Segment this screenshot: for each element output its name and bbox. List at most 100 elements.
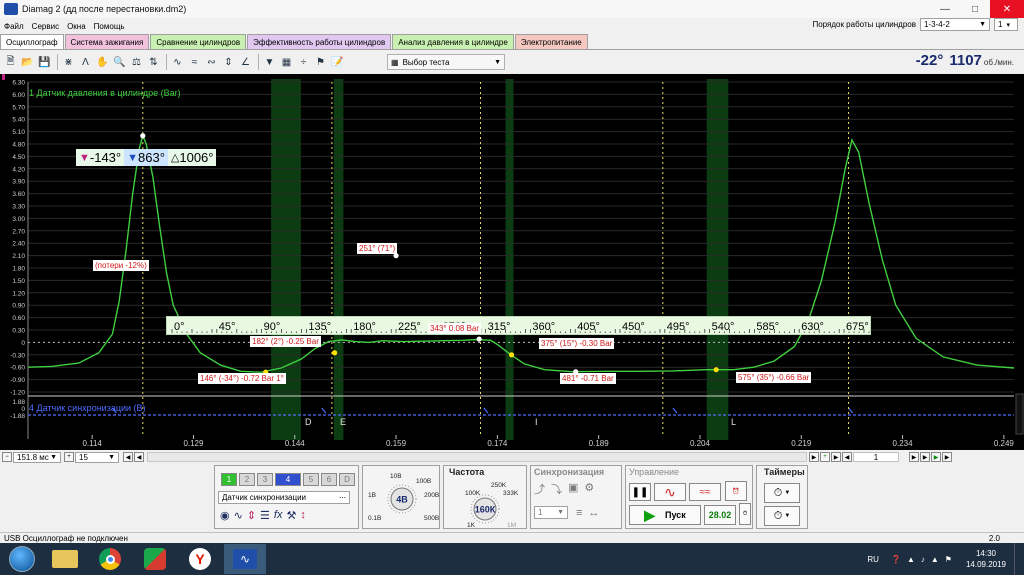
first-page-icon[interactable]: ◀ bbox=[123, 452, 133, 462]
taskbar-chrome[interactable] bbox=[89, 544, 131, 574]
wave-icon[interactable]: ∿ bbox=[234, 509, 243, 522]
pause-button[interactable]: ❚❚ bbox=[629, 483, 651, 501]
channel-button-6[interactable]: 6 bbox=[321, 473, 337, 486]
tab-cylinder-compare[interactable]: Сравнение цилиндров bbox=[150, 34, 247, 49]
channel-button-3[interactable]: 3 bbox=[257, 473, 273, 486]
minimize-button[interactable]: — bbox=[930, 0, 960, 18]
start-button[interactable]: ▶ Пуск bbox=[629, 505, 701, 525]
fall-edge-icon[interactable]: ⤵ bbox=[551, 481, 562, 497]
lines-icon[interactable]: ☰ bbox=[260, 509, 270, 522]
play-icon[interactable]: ▶ bbox=[931, 452, 941, 462]
fit-icon[interactable]: ⇅ bbox=[146, 55, 161, 70]
waveform-icon[interactable]: ∿ bbox=[170, 55, 185, 70]
sine-mode-button[interactable]: ∿ bbox=[654, 483, 686, 501]
start-button-os[interactable] bbox=[0, 543, 44, 575]
table-icon[interactable]: ▦ bbox=[279, 55, 294, 70]
flag-icon[interactable]: ⚑ bbox=[945, 555, 952, 564]
menu-windows[interactable]: Окна bbox=[67, 22, 86, 31]
function-icon[interactable]: fx bbox=[274, 509, 283, 522]
taskbar-diamag[interactable]: ∿ bbox=[224, 544, 266, 574]
timeline-scrollbar[interactable] bbox=[147, 452, 807, 462]
multi-wave-icon[interactable]: ≈ bbox=[187, 55, 202, 70]
help-icon[interactable]: ❓ bbox=[891, 555, 901, 564]
oscilloscope-canvas[interactable]: 6.30 6.00 5.70 5.40 5.10 4.80 4.50 4.20 3.90 3.60… bbox=[0, 74, 1024, 450]
cylinder-order-select[interactable]: 1-3-4-2 ▼ bbox=[920, 18, 990, 31]
timer-1-button[interactable]: ⏱ ▼ bbox=[764, 483, 800, 503]
tab-ignition[interactable]: Система зажигания bbox=[64, 34, 150, 49]
cursor-2[interactable]: ▼ 863° bbox=[124, 149, 168, 166]
angle-scale[interactable]: 0°45°90°135°180°225°270°315°360°405°450°… bbox=[166, 316, 871, 335]
rise-edge-icon[interactable]: ⤴ bbox=[534, 481, 545, 497]
count-select[interactable]: 15 ▼ bbox=[75, 451, 119, 463]
taskbar-yandex[interactable]: Y bbox=[179, 544, 221, 574]
minus-icon[interactable]: − bbox=[2, 452, 12, 462]
split-icon[interactable]: ⇕ bbox=[221, 55, 236, 70]
page-field[interactable]: 1 bbox=[853, 452, 899, 462]
show-desktop-button[interactable] bbox=[1014, 543, 1024, 575]
sync-channel-select[interactable]: 1 ▼ bbox=[534, 506, 568, 519]
auto-record-button[interactable]: ⏰ bbox=[725, 481, 747, 501]
divide-icon[interactable]: ÷ bbox=[296, 55, 311, 70]
clock[interactable]: 14:30 14.09.2019 bbox=[958, 548, 1014, 570]
tab-oscilloscope[interactable]: Осциллограф bbox=[0, 34, 64, 49]
network-icon[interactable]: ▲ bbox=[931, 555, 939, 564]
channel-button-2[interactable]: 2 bbox=[239, 473, 255, 486]
maximize-button[interactable]: □ bbox=[960, 0, 990, 18]
channel-button-1[interactable]: 1 bbox=[221, 473, 237, 486]
eye-icon[interactable]: ◉ bbox=[220, 509, 230, 522]
open-folder-icon[interactable]: 📂 bbox=[20, 55, 35, 70]
marker-icon[interactable]: Λ bbox=[78, 55, 93, 70]
language-indicator[interactable]: RU bbox=[867, 555, 879, 564]
menu-service[interactable]: Сервис bbox=[32, 22, 59, 31]
play-icon[interactable]: ▶ bbox=[942, 452, 952, 462]
channel-button-4[interactable]: 4 bbox=[275, 473, 301, 486]
zoom-icon[interactable]: 🔍 bbox=[112, 55, 127, 70]
updown-icon[interactable]: ⇕ bbox=[247, 509, 256, 522]
range-dial[interactable]: 4В 10В 100В 200В 500В 0.1В 1В bbox=[362, 465, 440, 529]
note-icon[interactable]: 📝 bbox=[330, 55, 345, 70]
prev-page-icon[interactable]: ◀ bbox=[134, 452, 144, 462]
add-icon[interactable]: + bbox=[820, 452, 830, 462]
source-select[interactable]: Датчик синхронизации ⋯ bbox=[218, 491, 350, 504]
tab-power[interactable]: Электропитание bbox=[514, 34, 588, 49]
auto-stop-button[interactable]: ⏱ bbox=[739, 503, 751, 525]
channel-button-5[interactable]: 5 bbox=[303, 473, 319, 486]
oscilloscope-view[interactable]: 6.30 6.00 5.70 5.40 5.10 4.80 4.50 4.20 3.90 3.60… bbox=[0, 74, 1024, 450]
stack-icon[interactable]: ≡ bbox=[576, 507, 582, 519]
taskbar-app-3[interactable] bbox=[134, 544, 176, 574]
tab-cylinder-efficiency[interactable]: Эффективность работы цилиндров bbox=[247, 34, 392, 49]
measure-icon[interactable]: ⚖ bbox=[129, 55, 144, 70]
offset-icon[interactable]: ↕ bbox=[300, 509, 306, 522]
angle-icon[interactable]: ∠ bbox=[238, 55, 253, 70]
cursor-1[interactable]: ▼ -143° bbox=[76, 149, 125, 166]
timer-2-button[interactable]: ⏱ ▼ bbox=[764, 506, 800, 526]
menu-help[interactable]: Помощь bbox=[94, 22, 125, 31]
time-scale-select[interactable]: 151.8 мс ▼ bbox=[13, 451, 61, 463]
multi-mode-button[interactable]: ≈≈ bbox=[689, 483, 721, 501]
flag-icon[interactable]: ⚑ bbox=[313, 55, 328, 70]
overlay-icon[interactable]: ∾ bbox=[204, 55, 219, 70]
tab-cylinder-pressure[interactable]: Анализ давления в цилиндре bbox=[392, 34, 514, 49]
tools-icon[interactable]: ⚒ bbox=[286, 509, 296, 522]
channel-button-d[interactable]: D bbox=[339, 473, 355, 486]
last-icon[interactable]: ▶ bbox=[920, 452, 930, 462]
tray-app-icon[interactable]: ▲ bbox=[907, 555, 915, 564]
save-icon[interactable]: 💾 bbox=[37, 55, 52, 70]
filter-icon[interactable]: ▼ bbox=[262, 55, 277, 70]
prev-icon[interactable]: ◀ bbox=[842, 452, 852, 462]
taskbar-explorer[interactable] bbox=[44, 544, 86, 574]
next-icon[interactable]: ▶ bbox=[809, 452, 819, 462]
new-file-icon[interactable]: 🗎 bbox=[3, 55, 18, 70]
close-button[interactable]: ✕ bbox=[990, 0, 1024, 18]
speaker-icon[interactable]: ♪ bbox=[921, 555, 925, 564]
pulse-icon[interactable]: ▣ bbox=[568, 481, 578, 497]
frequency-dial[interactable]: 160К 100K 250K333K 1K 1M bbox=[443, 475, 527, 529]
move-icon[interactable]: ↔ bbox=[588, 507, 599, 519]
cursor-icon[interactable]: ⋇ bbox=[61, 55, 76, 70]
next-icon[interactable]: ▶ bbox=[831, 452, 841, 462]
menu-file[interactable]: Файл bbox=[4, 22, 24, 31]
plus-icon[interactable]: + bbox=[64, 452, 74, 462]
auto-sync-icon[interactable]: ⚙ bbox=[584, 481, 594, 497]
next-icon[interactable]: ▶ bbox=[909, 452, 919, 462]
cylinder-select[interactable]: 1 ▾ bbox=[994, 18, 1018, 31]
